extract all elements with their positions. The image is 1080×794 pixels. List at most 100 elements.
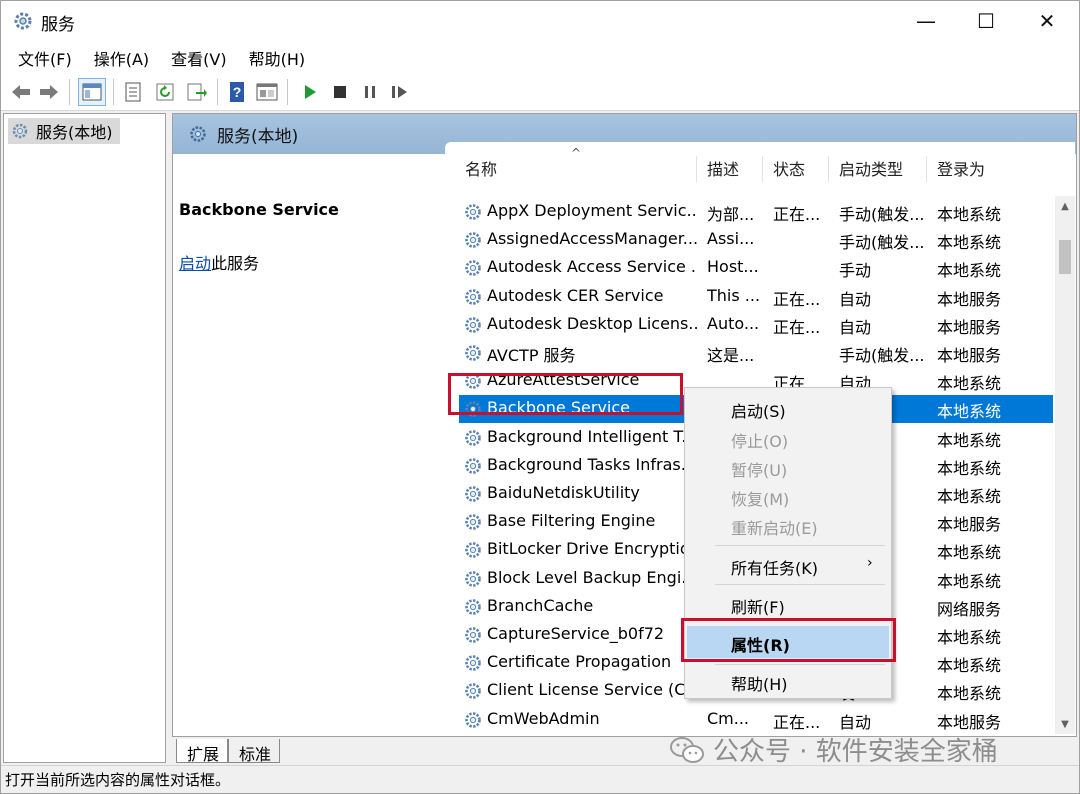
service-description: Assi... [707, 229, 755, 249]
service-log-on-as: 本地服务 [937, 346, 1002, 365]
column-headers: ^ 名称 描述 状态 启动类型 登录为 [445, 142, 1055, 196]
service-name: Base Filtering Engine [487, 511, 656, 531]
service-log-on-as: 本地系统 [937, 656, 1002, 676]
service-name: Background Tasks Infras... [487, 454, 696, 474]
selected-service-title: Backbone Service [179, 200, 339, 219]
menu-item-refresh[interactable]: 刷新(F) [731, 594, 785, 618]
service-name: Autodesk Access Service ... [487, 257, 697, 277]
service-name: BaiduNetdiskUtility [487, 483, 640, 502]
service-startup-type: 手动 [839, 261, 872, 281]
menu-item-start[interactable]: 启动(S) [731, 398, 786, 422]
restart-service-icon[interactable] [386, 78, 414, 106]
menu-item-pause[interactable]: 暂停(U) [731, 457, 787, 481]
window-title: 服务 [41, 15, 75, 35]
console-tree: 服务(本地) [3, 113, 166, 763]
service-gear-icon [465, 260, 481, 277]
services-gear-icon [14, 12, 32, 30]
service-description: Auto... [707, 313, 760, 333]
service-log-on-as: 本地系统 [937, 233, 1002, 253]
column-header-startup-type[interactable]: 启动类型 [829, 156, 927, 182]
start-service-link[interactable]: 启动 [179, 254, 211, 273]
service-startup-type: 自动 [839, 289, 872, 309]
service-log-on-as: 本地系统 [937, 374, 1002, 394]
service-log-on-as: 本地系统 [937, 402, 1002, 422]
service-gear-icon [465, 598, 481, 615]
table-row[interactable]: Autodesk CER Service This ... 正在... 自动 本地服务 [459, 283, 1053, 311]
service-description: 这是... [707, 346, 755, 365]
service-log-on-as: 网络服务 [937, 599, 1002, 619]
table-row[interactable]: Autodesk Access Service ... Host... 手动 本地系统 [459, 254, 1053, 282]
column-header-status[interactable]: 状态 [763, 156, 829, 182]
menu-help[interactable]: 帮助(H) [238, 46, 317, 70]
menu-separator [715, 545, 885, 546]
column-header-description[interactable]: 描述 [697, 156, 763, 182]
service-log-on-as: 本地系统 [937, 543, 1002, 563]
back-arrow-icon[interactable] [7, 78, 35, 106]
show-tree-icon[interactable] [78, 78, 106, 106]
table-row[interactable]: AVCTP 服务 这是... 手动(触发... 本地服务 [459, 339, 1053, 367]
column-header-name[interactable]: 名称 [445, 156, 697, 182]
scroll-up-icon[interactable]: ▲ [1055, 196, 1075, 216]
service-description: Host... [707, 257, 759, 277]
service-description: 为部... [707, 205, 755, 224]
tree-item-label: 服务(本地) [36, 123, 113, 142]
service-gear-icon [465, 570, 481, 587]
highlight-box-selected-service [448, 373, 683, 415]
service-description: This ... [707, 285, 761, 305]
column-header-log-on-as[interactable]: 登录为 [927, 156, 1009, 182]
scroll-thumb[interactable] [1059, 240, 1071, 274]
refresh-icon[interactable] [151, 78, 179, 106]
status-bar: 打开当前所选内容的属性对话框。 [1, 765, 1079, 793]
help-icon[interactable]: ? [223, 78, 251, 106]
table-row[interactable]: CmWebAdmin Cm... 正在... 自动 本地服务 [459, 706, 1053, 734]
maximize-button[interactable]: ☐ [956, 1, 1016, 41]
tab-extended[interactable]: 扩展 [176, 739, 229, 764]
service-gear-icon [465, 711, 481, 728]
stop-service-icon[interactable] [326, 78, 354, 106]
service-name: Autodesk Desktop Licens... [487, 313, 697, 333]
close-button[interactable]: ✕ [1017, 1, 1077, 41]
table-row[interactable]: Autodesk Desktop Licens... Auto... 正在... 自动… [459, 311, 1053, 339]
menu-bar: 文件(F) 操作(A) 查看(V) 帮助(H) [1, 43, 1079, 73]
service-name: AppX Deployment Servic... [487, 201, 697, 220]
highlight-box-properties [681, 618, 896, 662]
start-service-icon[interactable] [296, 78, 324, 106]
menu-item-all-tasks[interactable]: 所有任务(K) [731, 555, 818, 579]
menu-file[interactable]: 文件(F) [7, 46, 83, 70]
vertical-scrollbar[interactable]: ▲ ▼ [1055, 196, 1075, 734]
tree-item-services-local[interactable]: 服务(本地) [8, 118, 120, 144]
properties-sheet-icon[interactable] [119, 78, 147, 106]
minimize-button[interactable]: — [896, 1, 956, 41]
service-name: CaptureService_b0f72 [487, 624, 665, 643]
menu-view[interactable]: 查看(V) [160, 46, 237, 70]
menu-item-resume[interactable]: 恢复(M) [731, 486, 789, 510]
show-action-pane-icon[interactable] [253, 78, 281, 106]
tab-standard[interactable]: 标准 [228, 739, 281, 764]
menu-item-help[interactable]: 帮助(H) [731, 671, 788, 695]
table-row[interactable]: AppX Deployment Servic... 为部... 正在... 手动(触发… [459, 198, 1053, 226]
service-log-on-as: 本地系统 [937, 458, 1002, 478]
extended-description-panel: Backbone Service 启动此服务 [173, 154, 443, 736]
service-log-on-as: 本地服务 [937, 317, 1002, 337]
menu-item-stop[interactable]: 停止(O) [731, 428, 788, 452]
service-gear-icon [465, 288, 481, 305]
service-log-on-as: 本地系统 [937, 261, 1002, 281]
service-startup-type: 自动 [839, 317, 872, 337]
service-log-on-as: 本地系统 [937, 205, 1002, 224]
service-gear-icon [465, 429, 481, 446]
scroll-down-icon[interactable]: ▼ [1055, 714, 1075, 734]
service-log-on-as: 本地服务 [937, 289, 1002, 309]
service-gear-icon [465, 232, 481, 248]
export-list-icon[interactable] [183, 78, 211, 106]
menu-action[interactable]: 操作(A) [83, 46, 160, 70]
service-startup-type: 手动(触发... [839, 205, 925, 224]
service-gear-icon [465, 457, 481, 474]
table-row[interactable]: AssignedAccessManager... Assi... 手动(触发... 本… [459, 226, 1053, 254]
forward-arrow-icon[interactable] [35, 78, 63, 106]
menu-separator [715, 664, 885, 665]
service-gear-icon [465, 542, 481, 559]
pane-header-title: 服务(本地) [217, 126, 299, 147]
service-gear-icon [465, 345, 481, 361]
pause-service-icon[interactable] [356, 78, 384, 106]
menu-item-restart[interactable]: 重新启动(E) [731, 515, 818, 539]
